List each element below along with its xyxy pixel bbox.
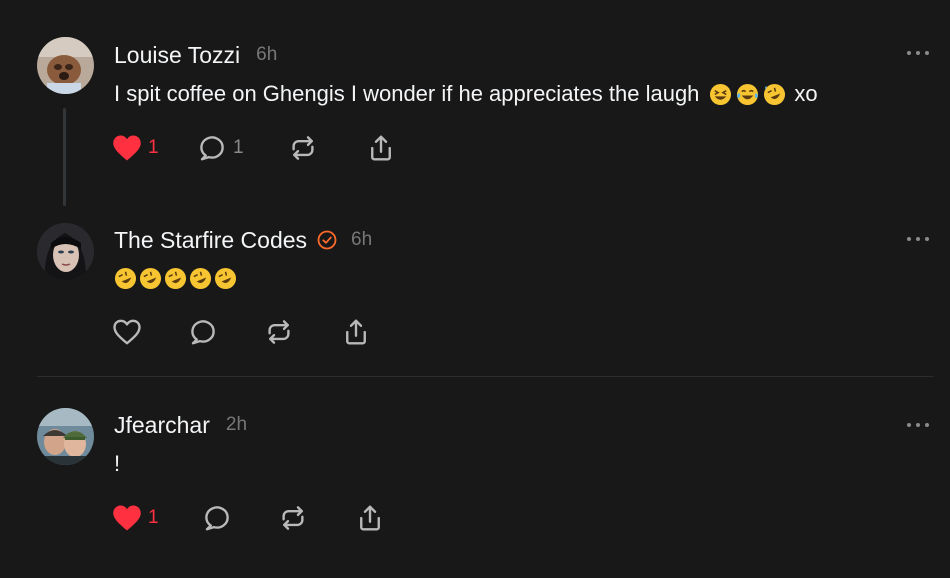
- share-button[interactable]: [355, 502, 385, 534]
- post-divider: [37, 376, 933, 377]
- like-button[interactable]: 1: [112, 502, 159, 534]
- heart-filled-icon: [113, 135, 141, 161]
- repost-icon: [268, 320, 290, 344]
- avatar[interactable]: [37, 408, 94, 465]
- rolling-on-floor-laughing-emoji-icon: [139, 267, 162, 289]
- face-with-tears-of-joy-emoji-icon: [737, 83, 759, 105]
- share-icon: [360, 505, 380, 531]
- rolling-on-floor-laughing-emoji-icon: [764, 83, 786, 105]
- like-count: 1: [148, 507, 159, 528]
- post-header: The Starfire Codes 6h: [114, 225, 372, 255]
- thread-line: [63, 108, 66, 206]
- like-button[interactable]: 1: [112, 132, 159, 164]
- reply-count: 1: [233, 137, 244, 158]
- post-header: Jfearchar 2h: [114, 410, 247, 440]
- rolling-on-floor-laughing-emoji-icon: [164, 267, 187, 289]
- avatar[interactable]: [37, 37, 94, 94]
- reply-button[interactable]: [202, 502, 232, 534]
- repost-button[interactable]: [264, 316, 294, 348]
- rolling-on-floor-laughing-emoji-icon: [114, 267, 137, 289]
- like-count: 1: [148, 137, 159, 158]
- more-options-icon[interactable]: [907, 48, 929, 58]
- timestamp[interactable]: 6h: [351, 229, 372, 251]
- avatar[interactable]: [37, 223, 94, 280]
- rolling-on-floor-laughing-emoji-icon: [189, 267, 212, 289]
- comment-icon: [205, 506, 229, 531]
- share-button[interactable]: [366, 132, 396, 164]
- grinning-squinting-face-emoji-icon: [710, 83, 732, 105]
- username[interactable]: Jfearchar: [114, 412, 210, 439]
- comment-icon: [191, 320, 215, 345]
- comment-icon: [200, 136, 224, 161]
- more-options-icon[interactable]: [907, 420, 929, 430]
- reply-button[interactable]: 1: [197, 132, 244, 164]
- post-text: I spit coffee on Ghengis I wonder if he …: [114, 79, 818, 109]
- username[interactable]: The Starfire Codes: [114, 227, 307, 254]
- like-button[interactable]: [112, 316, 142, 348]
- timestamp[interactable]: 6h: [256, 44, 277, 66]
- username[interactable]: Louise Tozzi: [114, 42, 240, 69]
- share-icon: [346, 319, 366, 345]
- post-text-content: I spit coffee on Ghengis I wonder if he …: [114, 81, 700, 106]
- repost-icon: [292, 136, 314, 160]
- reply-button[interactable]: [188, 316, 218, 348]
- post-text-content: !: [114, 451, 121, 476]
- heart-filled-icon: [113, 505, 141, 531]
- share-icon: [371, 135, 391, 161]
- share-button[interactable]: [341, 316, 371, 348]
- post-text-suffix: xo: [794, 81, 818, 106]
- repost-icon: [282, 506, 304, 530]
- heart-outline-icon: [113, 319, 141, 345]
- reply-feed: Louise Tozzi 6h I spit coffee on Ghengis…: [0, 0, 950, 578]
- post-text: !: [114, 450, 120, 478]
- repost-button[interactable]: [278, 502, 308, 534]
- repost-button[interactable]: [288, 132, 318, 164]
- more-options-icon[interactable]: [907, 234, 929, 244]
- post-text: [114, 264, 238, 292]
- verified-badge-icon: [317, 230, 337, 250]
- rolling-on-floor-laughing-emoji-icon: [214, 267, 237, 289]
- post-header: Louise Tozzi 6h: [114, 40, 277, 70]
- timestamp[interactable]: 2h: [226, 414, 247, 436]
